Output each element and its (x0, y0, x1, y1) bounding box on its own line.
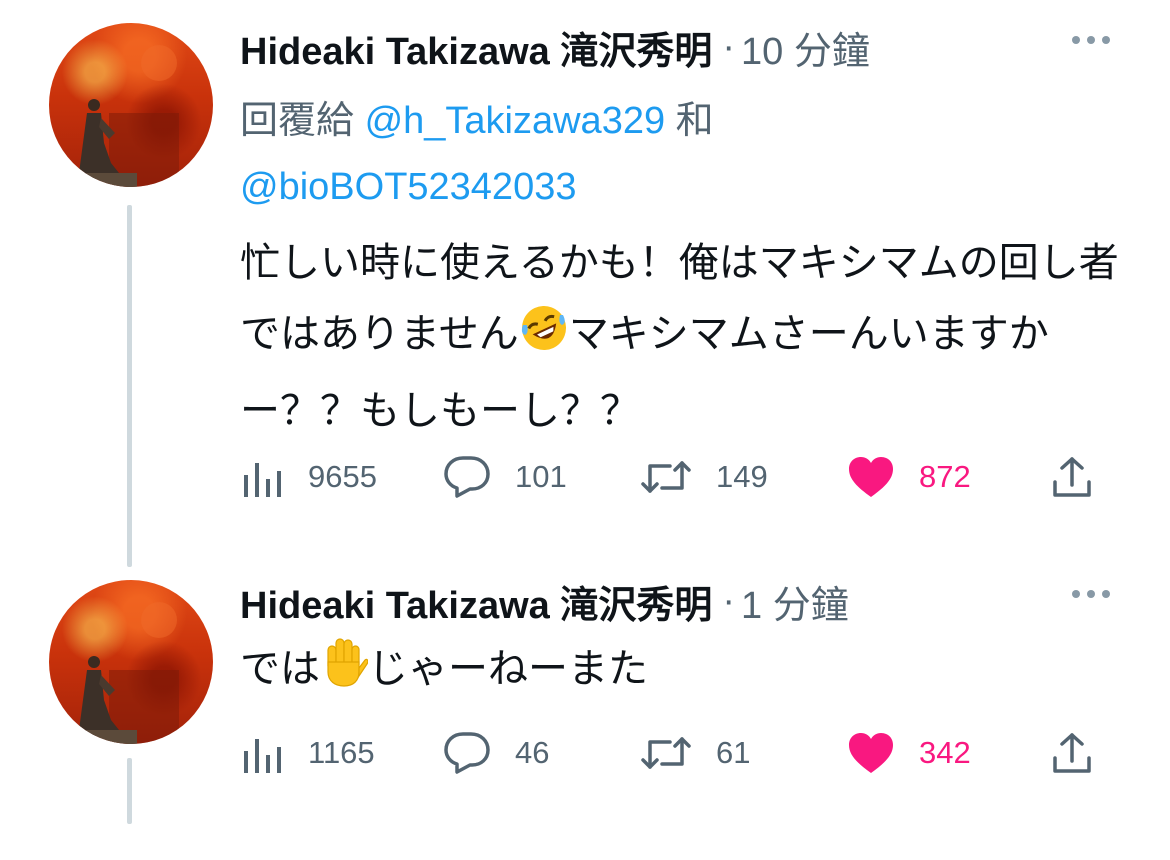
retweets-count: 149 (716, 459, 768, 494)
retweets-count: 61 (716, 735, 751, 770)
replies-count: 101 (515, 459, 567, 494)
reply-button[interactable]: 101 (443, 452, 567, 502)
tweet-header: Hideaki Takizawa 滝沢秀明 · 1 分鐘 (240, 574, 849, 629)
mention-link[interactable]: @h_Takizawa329 (365, 100, 666, 142)
views-count: 9655 (308, 459, 377, 494)
tweet-header: Hideaki Takizawa 滝沢秀明 · 10 分鐘 (240, 20, 870, 75)
author-name[interactable]: Hideaki Takizawa 滝沢秀明 (240, 20, 712, 75)
thread-line (127, 758, 132, 824)
views-button[interactable]: 9655 (242, 452, 377, 502)
tweet-text-part: では (240, 647, 320, 691)
tweet-1[interactable]: Hideaki Takizawa 滝沢秀明 · 10 分鐘 回覆給 @h_Tak… (0, 0, 1170, 570)
reply-context: 回覆給 @h_Takizawa329 和 @bioBOT52342033 (240, 88, 880, 220)
separator-dot: · (722, 579, 735, 622)
timestamp[interactable]: 1 分鐘 (741, 574, 849, 629)
like-icon (847, 731, 895, 775)
action-bar: 9655 101 149 872 (240, 452, 1100, 502)
author-avatar[interactable] (49, 23, 213, 187)
timestamp[interactable]: 10 分鐘 (741, 20, 870, 75)
more-icon[interactable] (1072, 36, 1110, 44)
author-name[interactable]: Hideaki Takizawa 滝沢秀明 (240, 574, 712, 629)
like-icon (847, 455, 895, 499)
replies-count: 46 (515, 735, 550, 770)
views-count: 1165 (308, 735, 375, 770)
share-button[interactable] (1051, 728, 1093, 778)
like-button[interactable]: 342 (847, 728, 971, 778)
thread-line (127, 205, 132, 567)
reply-prefix: 回覆給 (240, 100, 365, 142)
share-button[interactable] (1051, 452, 1093, 502)
retweet-button[interactable]: 61 (640, 728, 750, 778)
likes-count: 872 (919, 459, 971, 494)
tweet-text: 忙しい時に使えるかも！俺はマキシマムの回し者ではありません マキシマムさーんいま… (240, 228, 1120, 447)
more-icon[interactable] (1072, 590, 1110, 598)
reply-joiner: 和 (665, 100, 714, 142)
views-icon (242, 733, 284, 773)
tweet-2[interactable]: Hideaki Takizawa 滝沢秀明 · 1 分鐘 では じゃーねーまた … (0, 570, 1170, 858)
tweet-text-part: じゃーねーまた (368, 647, 648, 691)
reply-button[interactable]: 46 (443, 728, 549, 778)
like-button[interactable]: 872 (847, 452, 971, 502)
views-icon (242, 457, 284, 497)
retweet-icon (640, 457, 692, 497)
mention-link[interactable]: @bioBOT52342033 (240, 166, 576, 208)
likes-count: 342 (919, 735, 971, 770)
share-icon (1051, 731, 1093, 775)
action-bar: 1165 46 61 342 (240, 728, 1100, 778)
author-avatar[interactable] (49, 580, 213, 744)
reply-icon (443, 455, 491, 499)
separator-dot: · (722, 25, 735, 68)
share-icon (1051, 455, 1093, 499)
views-button[interactable]: 1165 (242, 728, 375, 778)
reply-icon (443, 731, 491, 775)
raised-hand-icon (320, 636, 369, 711)
tweet-text: では じゃーねーまた (240, 634, 1120, 711)
rolling-on-floor-laughing-icon (519, 303, 569, 376)
retweet-button[interactable]: 149 (640, 452, 768, 502)
retweet-icon (640, 733, 692, 773)
